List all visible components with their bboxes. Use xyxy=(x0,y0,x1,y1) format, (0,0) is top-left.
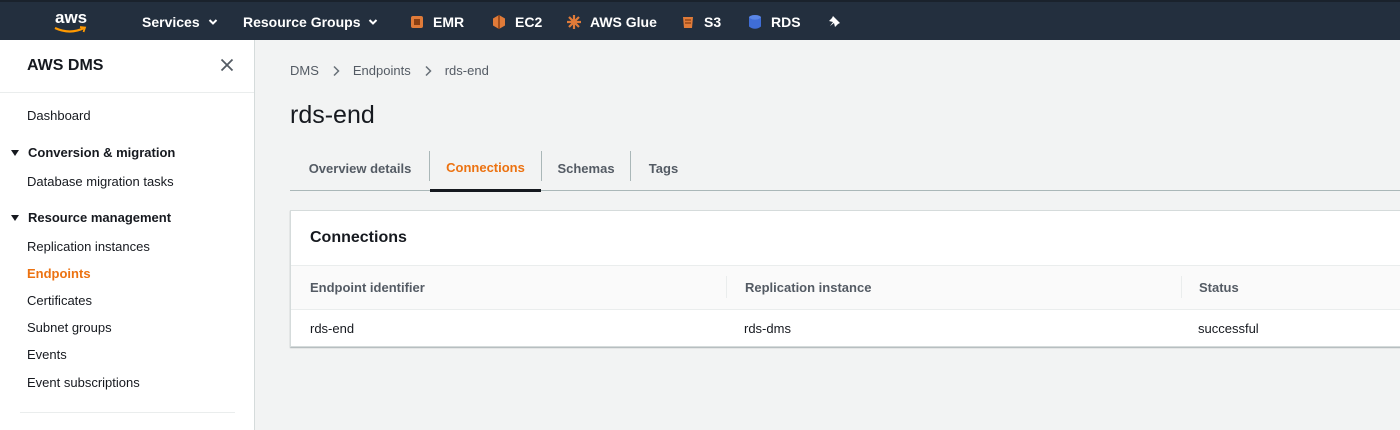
emr-icon xyxy=(411,16,423,28)
shortcut-label: EMR xyxy=(433,14,465,30)
cell-status: successful xyxy=(1198,321,1259,336)
tab-label: Tags xyxy=(648,161,679,176)
ec2-icon xyxy=(493,15,505,29)
tab-connections[interactable]: Connections xyxy=(430,146,541,192)
shortcut-ec2[interactable]: EC2 xyxy=(491,12,542,32)
services-menu[interactable]: Services xyxy=(142,12,218,32)
panel-header: Connections xyxy=(291,211,1400,266)
column-divider xyxy=(1181,276,1182,298)
table-header: Endpoint identifier Replication instance… xyxy=(291,266,1400,310)
shortcut-label: AWS Glue xyxy=(590,14,657,30)
sidebar-section-label: Resource management xyxy=(28,210,172,225)
shortcut-emr[interactable]: EMR xyxy=(409,12,464,32)
shortcut-aws-glue[interactable]: AWS Glue xyxy=(566,12,657,32)
shortcut-rds[interactable]: RDS xyxy=(747,12,801,32)
sidebar-divider xyxy=(20,412,235,413)
sidebar-item-subnet-groups[interactable]: Subnet groups xyxy=(27,320,112,335)
column-header-replication-instance[interactable]: Replication instance xyxy=(745,280,871,295)
chevron-down-icon xyxy=(208,19,217,25)
rds-icon xyxy=(749,15,761,29)
tab-label: Schemas xyxy=(557,161,615,176)
column-header-endpoint-identifier[interactable]: Endpoint identifier xyxy=(310,280,425,295)
sidebar-item-replication-instances[interactable]: Replication instances xyxy=(27,239,150,254)
resource-groups-label: Resource Groups xyxy=(243,14,361,30)
sidebar-item-certificates[interactable]: Certificates xyxy=(27,293,92,308)
aws-logo[interactable]: aws xyxy=(52,7,96,37)
services-label: Services xyxy=(142,14,200,30)
close-icon[interactable] xyxy=(219,57,235,73)
cell-replication-instance: rds-dms xyxy=(744,321,791,336)
sidebar-item-events[interactable]: Events xyxy=(27,347,67,362)
connections-panel: Connections Endpoint identifier Replicat… xyxy=(290,210,1400,347)
side-navigation: AWS DMS Dashboard Conversion & migration… xyxy=(0,40,255,430)
column-header-status[interactable]: Status xyxy=(1199,280,1239,295)
sidebar-section-label: Conversion & migration xyxy=(28,145,176,160)
pin-icon xyxy=(829,16,840,27)
chevron-down-icon xyxy=(369,19,378,25)
caret-down-icon xyxy=(11,149,19,156)
caret-down-icon xyxy=(11,214,19,221)
s3-icon xyxy=(683,17,693,28)
sidebar-section-resource-management[interactable]: Resource management xyxy=(10,210,171,225)
tab-label: Connections xyxy=(446,160,525,175)
sidebar-item-database-migration-tasks[interactable]: Database migration tasks xyxy=(27,174,174,189)
sidebar-item-endpoints[interactable]: Endpoints xyxy=(27,266,91,281)
tab-schemas[interactable]: Schemas xyxy=(542,146,630,191)
shortcut-label: EC2 xyxy=(515,14,543,30)
shortcut-s3[interactable]: S3 xyxy=(680,12,721,32)
panel-title: Connections xyxy=(310,229,407,246)
table-row[interactable]: rds-end rds-dms successful xyxy=(291,310,1400,347)
tab-bar: Overview details Connections Schemas Tag… xyxy=(290,146,1400,192)
breadcrumb: DMS Endpoints rds-end xyxy=(290,63,489,78)
sidebar-item-dashboard[interactable]: Dashboard xyxy=(27,108,91,123)
breadcrumb-dms[interactable]: DMS xyxy=(290,63,319,78)
top-navigation-bar: aws Services Resource Groups EMR EC2 AWS… xyxy=(0,0,1400,40)
chevron-right-icon xyxy=(333,65,340,76)
pin-shortcut-button[interactable] xyxy=(828,12,842,32)
breadcrumb-current: rds-end xyxy=(444,63,489,78)
shortcut-label: S3 xyxy=(704,14,722,30)
resource-groups-menu[interactable]: Resource Groups xyxy=(243,12,378,32)
breadcrumb-endpoints[interactable]: Endpoints xyxy=(353,63,411,78)
cell-endpoint-identifier: rds-end xyxy=(310,321,355,336)
column-divider xyxy=(726,276,727,298)
sidebar-item-event-subscriptions[interactable]: Event subscriptions xyxy=(27,375,140,390)
tab-tags[interactable]: Tags xyxy=(631,146,696,191)
sidebar-title[interactable]: AWS DMS xyxy=(27,57,103,75)
sidebar-header: AWS DMS xyxy=(0,40,254,93)
aws-glue-icon xyxy=(567,15,581,29)
smile-arrow-icon xyxy=(54,26,87,33)
shortcut-label: RDS xyxy=(771,14,801,30)
aws-logo-text: aws xyxy=(55,8,88,27)
chevron-right-icon xyxy=(425,65,432,76)
sidebar-section-conversion-migration[interactable]: Conversion & migration xyxy=(10,145,175,160)
tab-label: Overview details xyxy=(308,161,412,176)
tab-overview-details[interactable]: Overview details xyxy=(290,146,430,191)
page-title: rds-end xyxy=(290,101,375,129)
